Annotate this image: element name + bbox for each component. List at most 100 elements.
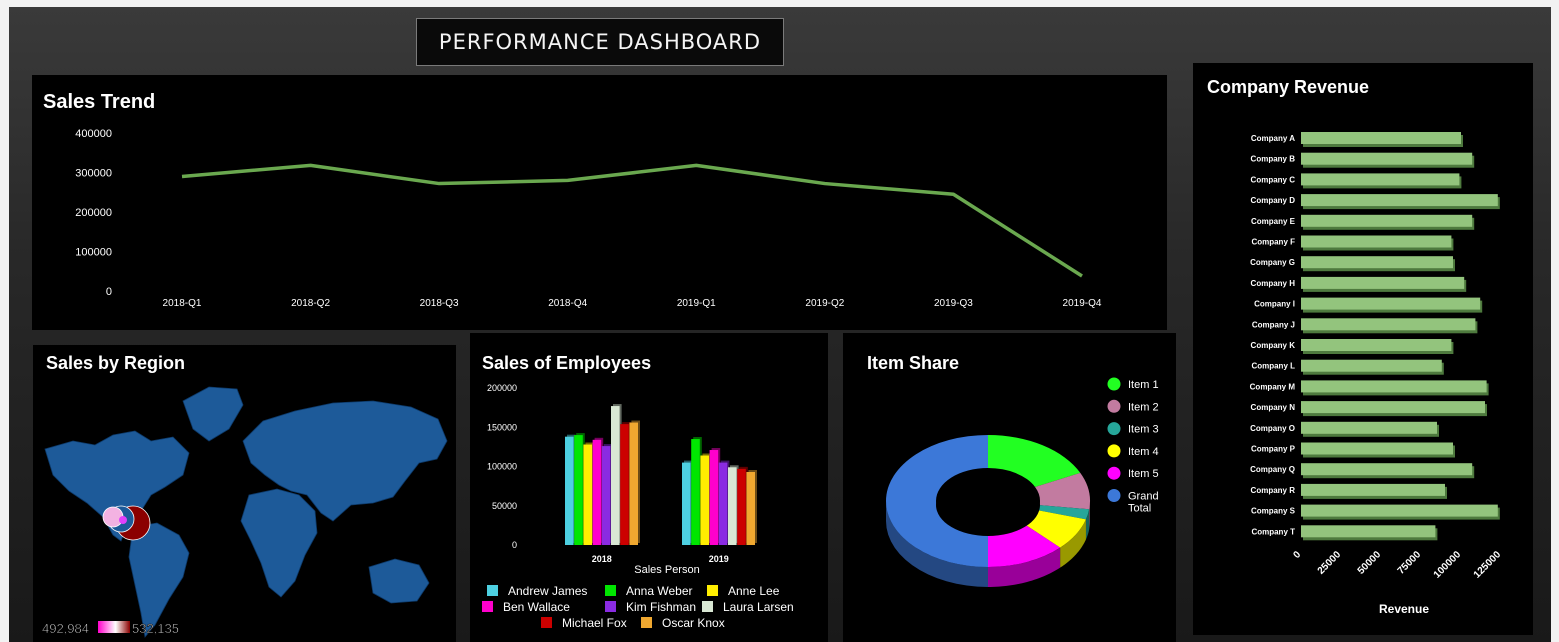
y-tick-label: 0 <box>106 286 112 298</box>
item-share-panel[interactable]: Item Share Item 1 Item 2 Item 3 Item 4 Item … <box>843 333 1176 642</box>
revenue-bar <box>1301 483 1445 496</box>
employee-bar <box>574 435 583 545</box>
y-tick-label: 300000 <box>75 168 112 180</box>
revenue-bar <box>1301 173 1460 186</box>
revenue-bar <box>1301 235 1452 248</box>
sales-of-employees-chart: 200000 150000 100000 50000 0 2018 2019 Sales Pe… <box>482 383 794 630</box>
category-label: Company H <box>1251 279 1296 288</box>
map-africa <box>240 488 318 598</box>
x-tick-label: 2019-Q1 <box>677 298 716 309</box>
legend-label: Laura Larsen <box>723 600 794 614</box>
employee-bar <box>583 444 592 545</box>
employee-bar <box>682 462 691 545</box>
sheet-left-edge <box>0 0 9 642</box>
x-tick-label: 50000 <box>1356 549 1384 577</box>
x-tick-label: 75000 <box>1396 549 1424 577</box>
legend-label: Oscar Knox <box>662 616 725 630</box>
y-tick-label: 100000 <box>75 247 112 259</box>
legend-dot <box>1107 489 1121 502</box>
employee-bar <box>700 455 709 545</box>
x-tick-label: 100000 <box>1432 549 1464 581</box>
employee-bar <box>746 471 755 545</box>
revenue-bar <box>1301 194 1498 207</box>
category-label: Company N <box>1251 403 1296 412</box>
employee-bar <box>629 422 638 545</box>
legend-swatch <box>605 585 616 596</box>
company-revenue-panel[interactable]: Company Revenue Company A Company B Compan… <box>1193 63 1533 635</box>
category-label: Company B <box>1251 155 1296 164</box>
x-axis-label: Revenue <box>1379 602 1429 616</box>
category-label: Company I <box>1254 300 1295 309</box>
sales-trend-panel[interactable]: Sales Trend 400000 300000 200000 100000 0 201… <box>32 75 1167 330</box>
map-greenland <box>182 386 244 442</box>
revenue-bar <box>1301 380 1487 393</box>
revenue-bar <box>1301 132 1461 144</box>
legend-label: Item 2 <box>1128 401 1159 413</box>
x-tick-label: 25000 <box>1316 549 1344 577</box>
legend-label: Michael Fox <box>562 616 627 630</box>
employee-bar <box>592 439 602 545</box>
employee-bar <box>691 439 700 545</box>
x-tick-label: 2019-Q4 <box>1063 298 1102 309</box>
legend-swatch <box>487 585 498 596</box>
sales-trend-chart: 400000 300000 200000 100000 0 2018-Q1 2018-Q2 2… <box>75 128 1102 309</box>
legend-swatch <box>541 617 552 628</box>
employee-bar <box>611 406 620 545</box>
y-tick-label: 50000 <box>492 501 517 511</box>
employee-bar <box>718 462 728 545</box>
revenue-bar <box>1301 463 1473 476</box>
legend-dot <box>1107 466 1121 480</box>
revenue-bar <box>1301 256 1453 269</box>
legend-dot <box>1107 377 1121 391</box>
category-label: Company D <box>1251 196 1296 205</box>
employee-bar <box>565 436 574 545</box>
employee-bar <box>737 468 746 545</box>
world-map: 492,984 532,135 <box>42 386 448 638</box>
y-tick-label: 200000 <box>487 383 517 393</box>
x-tick-label: 2018-Q3 <box>420 298 459 309</box>
category-label: Company P <box>1251 445 1296 454</box>
x-axis-label: Sales Person <box>634 564 699 576</box>
employee-bar <box>728 467 737 545</box>
sheet-top-edge <box>0 0 1559 7</box>
revenue-bar <box>1301 525 1436 538</box>
sheet-right-edge <box>1551 0 1559 642</box>
category-label: Company T <box>1251 527 1295 536</box>
revenue-bar <box>1301 152 1473 165</box>
category-label: Company E <box>1251 217 1296 226</box>
legend-label: Item 1 <box>1128 379 1159 391</box>
region-scale-bar <box>98 621 130 633</box>
sales-by-region-panel[interactable]: Sales by Region 492,984 532,135 <box>33 345 456 642</box>
legend-label: Grand <box>1128 491 1159 503</box>
category-label: Company A <box>1251 134 1295 143</box>
employee-bar <box>601 446 611 545</box>
legend-dot <box>1107 422 1121 436</box>
sales-trend-line <box>181 163 1083 278</box>
legend-swatch <box>482 601 493 612</box>
y-tick-label: 100000 <box>487 462 517 472</box>
revenue-bar <box>1301 339 1452 351</box>
category-label: Company R <box>1251 486 1296 495</box>
employee-bar <box>709 450 719 545</box>
legend-label: Anne Lee <box>728 584 780 598</box>
legend-swatch <box>707 585 718 596</box>
x-tick-label: 125000 <box>1472 549 1504 581</box>
legend-label: Item 3 <box>1128 424 1159 436</box>
category-label: Company O <box>1250 424 1295 433</box>
x-tick-label: 2018 <box>592 554 612 564</box>
legend-label: Kim Fishman <box>626 600 696 614</box>
legend-label: Ben Wallace <box>503 600 570 614</box>
map-australia <box>368 558 430 604</box>
x-tick-label: 2018-Q4 <box>548 298 587 309</box>
category-label: Company L <box>1251 362 1295 371</box>
category-label: Company M <box>1250 382 1296 391</box>
sales-of-employees-panel[interactable]: Sales of Employees 200000 150000 100000 500… <box>470 333 828 642</box>
legend-label: Andrew James <box>508 584 587 598</box>
category-label: Company J <box>1252 320 1295 329</box>
y-tick-label: 0 <box>512 540 517 550</box>
revenue-bar <box>1301 442 1453 455</box>
region-bubble-low <box>102 506 124 528</box>
company-revenue-chart: Company A Company B Company C Company D Comp… <box>1250 132 1504 616</box>
legend-swatch <box>702 601 713 612</box>
category-label: Company F <box>1251 238 1295 247</box>
